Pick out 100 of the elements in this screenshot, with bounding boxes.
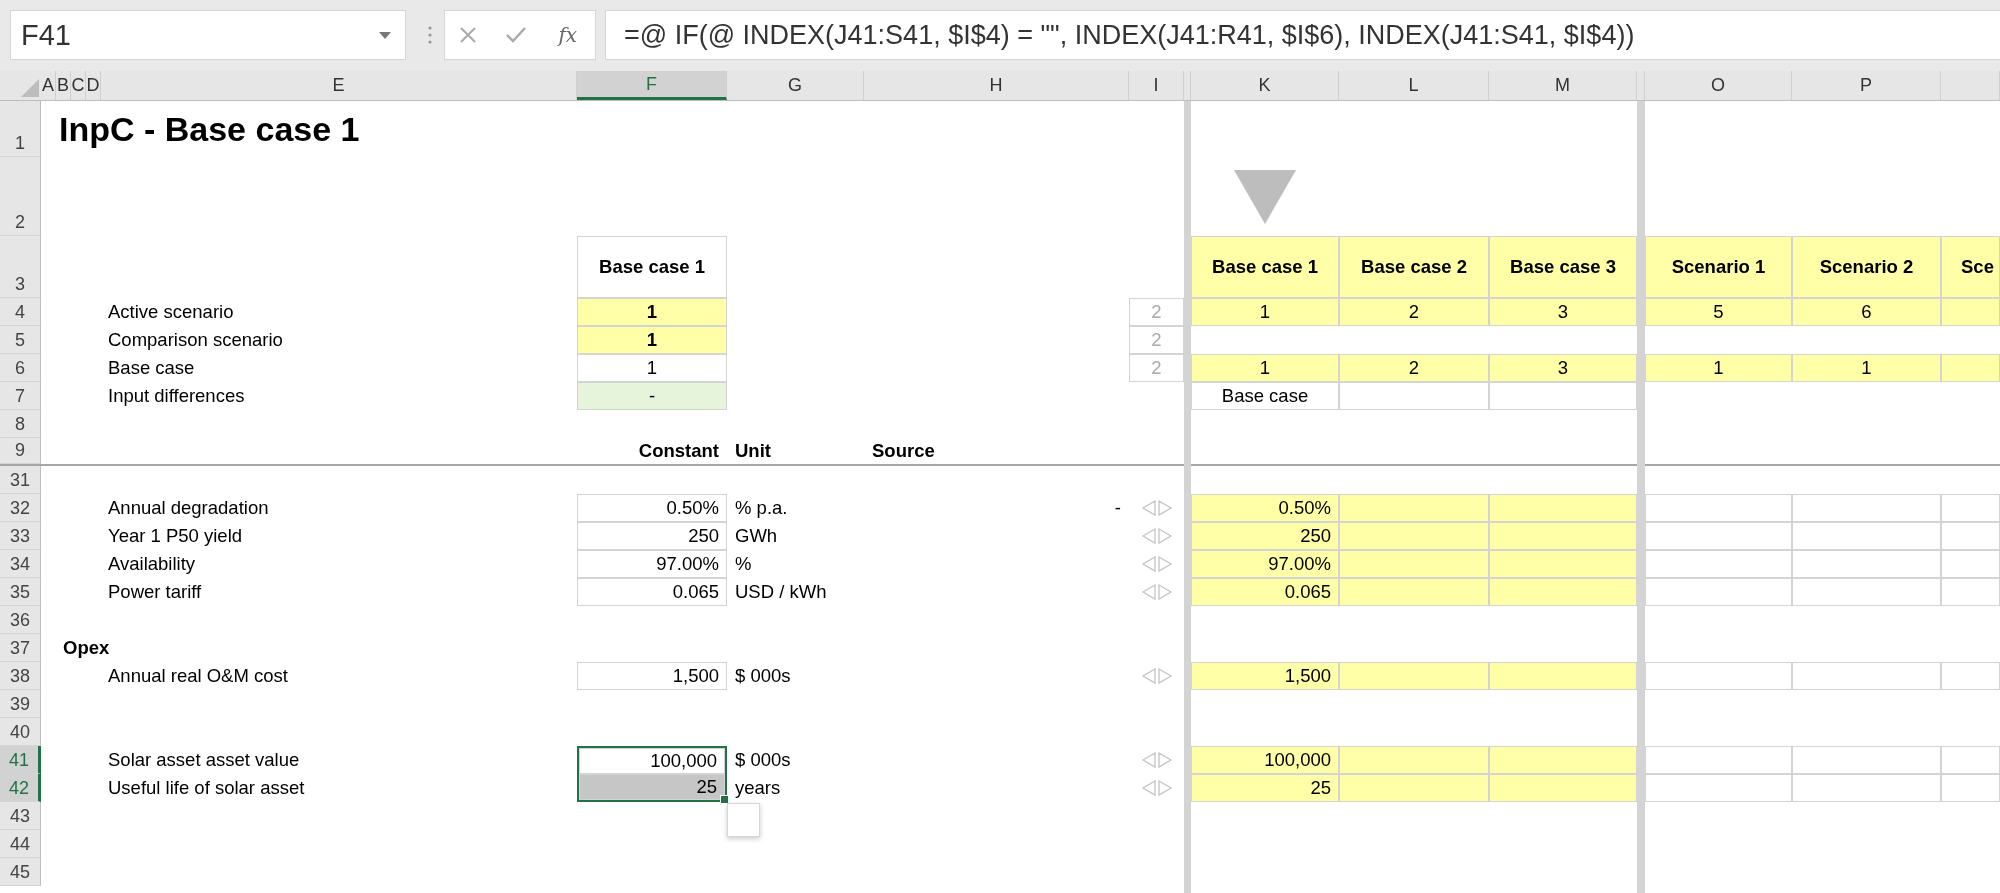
- row-header[interactable]: 42: [0, 774, 41, 802]
- table-cell: 1: [577, 298, 727, 326]
- row-header[interactable]: 5: [0, 326, 41, 354]
- table-cell: 1: [1191, 354, 1339, 382]
- column-header[interactable]: C: [71, 71, 86, 100]
- row-header[interactable]: 43: [0, 802, 41, 830]
- row-header[interactable]: 40: [0, 718, 41, 746]
- table-cell: 97.00%: [577, 550, 727, 578]
- table-cell-text: % p.a.: [734, 496, 789, 520]
- table-cell: 100,000: [577, 746, 727, 774]
- table-cell-text: %: [734, 552, 753, 576]
- table-cell: -: [577, 382, 727, 410]
- row-header[interactable]: 1: [0, 101, 41, 157]
- arrows-icon[interactable]: [1140, 555, 1173, 573]
- column-header[interactable]: L: [1339, 71, 1489, 100]
- table-cell-text: $ 000s: [734, 664, 792, 688]
- formula-field[interactable]: =@ IF(@ INDEX(J41:S41, $I$4) = "", INDEX(J41:R41, $I$6), INDEX(J41:S41, $I$4)): [605, 10, 2000, 60]
- empty-cell: [1941, 578, 2000, 606]
- row-header[interactable]: 38: [0, 662, 41, 690]
- drag-handle-icon[interactable]: [428, 26, 432, 44]
- arrows-icon[interactable]: [1140, 499, 1173, 517]
- row-header[interactable]: 9: [0, 438, 41, 464]
- table-cell: 1: [1645, 354, 1792, 382]
- column-heading: Base case 1: [577, 236, 727, 298]
- empty-cell: [1941, 522, 2000, 550]
- empty-cell: [1941, 774, 2000, 802]
- row-header[interactable]: 4: [0, 298, 41, 326]
- arrows-icon[interactable]: [1140, 751, 1173, 769]
- table-cell: 0.065: [1191, 578, 1339, 606]
- cancel-icon[interactable]: [458, 26, 477, 44]
- caret-icon[interactable]: [379, 31, 391, 39]
- table-cell: Base case: [1191, 382, 1339, 410]
- row-header[interactable]: 7: [0, 382, 41, 410]
- column-header[interactable]: P: [1792, 71, 1941, 100]
- row-header[interactable]: 34: [0, 550, 41, 578]
- table-cell: 1,500: [577, 662, 727, 690]
- arrows-icon[interactable]: [1140, 527, 1173, 545]
- column-header[interactable]: D: [86, 71, 101, 100]
- row-header[interactable]: 35: [0, 578, 41, 606]
- row-header[interactable]: 32: [0, 494, 41, 522]
- row-header[interactable]: 39: [0, 690, 41, 718]
- row-header[interactable]: 37: [0, 634, 41, 662]
- table-cell-text: years: [734, 776, 782, 800]
- column-header[interactable]: I: [1129, 71, 1184, 100]
- row-header[interactable]: 44: [0, 830, 41, 858]
- select-all-icon[interactable]: [21, 79, 39, 97]
- column-heading: Scenario 1: [1645, 236, 1792, 298]
- insert-function-button[interactable]: fx: [554, 23, 582, 47]
- table-cell: 6: [1792, 298, 1941, 326]
- name-box[interactable]: F41: [10, 10, 406, 60]
- row-label: Annual degradation: [107, 496, 270, 520]
- table-cell: 1: [1191, 298, 1339, 326]
- column-header[interactable]: A: [41, 71, 56, 100]
- row-header[interactable]: 6: [0, 354, 41, 382]
- table-cell: 5: [1645, 298, 1792, 326]
- fill-handle[interactable]: [720, 795, 729, 804]
- table-cell: 2: [1129, 298, 1184, 326]
- column-header[interactable]: K: [1191, 71, 1339, 100]
- row-label: Useful life of solar asset: [107, 776, 306, 800]
- table-cell: 2: [1339, 354, 1489, 382]
- row-header[interactable]: 2: [0, 157, 41, 236]
- table-cell: 3: [1489, 354, 1637, 382]
- row-header[interactable]: 41: [0, 746, 41, 774]
- column-heading: Sce: [1941, 236, 2000, 298]
- table-cell-text: -: [1113, 496, 1122, 520]
- row-label: Year 1 P50 yield: [107, 524, 244, 548]
- section-heading: Opex: [62, 636, 111, 660]
- table-cell: 0.065: [577, 578, 727, 606]
- column-header[interactable]: H: [864, 71, 1129, 100]
- row-header[interactable]: 31: [0, 466, 41, 494]
- row-label: Annual real O&M cost: [107, 664, 289, 688]
- table-cell: 3: [1489, 298, 1637, 326]
- row-label: Active scenario: [107, 300, 235, 324]
- column-header[interactable]: O: [1645, 71, 1792, 100]
- row-label: Input differences: [107, 384, 246, 408]
- table-cell: 2: [1129, 326, 1184, 354]
- column-heading: Base case 1: [1191, 236, 1339, 298]
- arrows-icon[interactable]: [1140, 779, 1173, 797]
- table-cell: 1: [577, 326, 727, 354]
- column-heading: Constant: [637, 439, 720, 463]
- column-header[interactable]: M: [1489, 71, 1637, 100]
- check-icon[interactable]: [504, 26, 527, 44]
- table-cell: 97.00%: [1191, 550, 1339, 578]
- arrows-icon[interactable]: [1140, 667, 1173, 685]
- column-heading: Source: [871, 439, 936, 463]
- row-header[interactable]: 33: [0, 522, 41, 550]
- table-cell: 0.50%: [577, 494, 727, 522]
- column-header[interactable]: F: [577, 71, 727, 100]
- arrows-icon[interactable]: [1140, 583, 1173, 601]
- row-header[interactable]: 3: [0, 236, 41, 298]
- table-cell: 1: [1792, 354, 1941, 382]
- column-header[interactable]: G: [727, 71, 864, 100]
- table-cell: 2: [1129, 354, 1184, 382]
- row-header[interactable]: 45: [0, 858, 41, 886]
- column-heading: Base case 3: [1489, 236, 1637, 298]
- column-header[interactable]: B: [56, 71, 71, 100]
- row-header[interactable]: 36: [0, 606, 41, 634]
- row-label: Comparison scenario: [107, 328, 284, 352]
- table-cell: 100,000: [1191, 746, 1339, 774]
- row-header[interactable]: 8: [0, 410, 41, 438]
